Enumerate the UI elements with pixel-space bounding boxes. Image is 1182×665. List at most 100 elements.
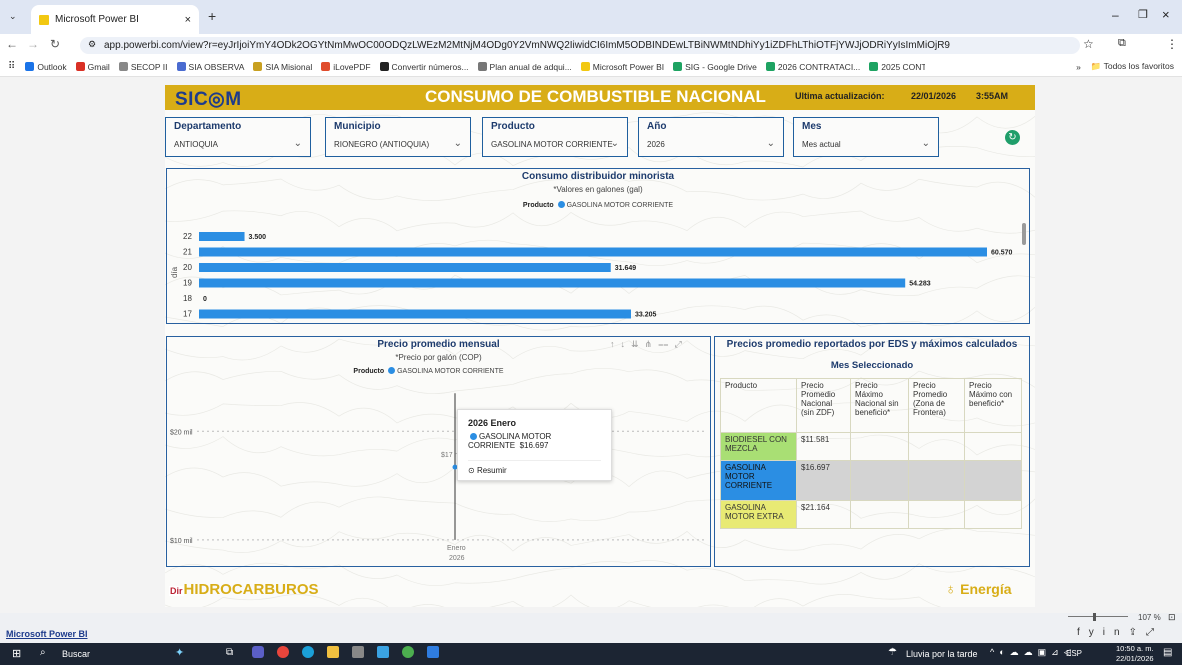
- notifications-icon[interactable]: ▤: [1163, 647, 1172, 658]
- tooltip-summarize[interactable]: ⊙ Resumir: [468, 460, 601, 475]
- chevron-down-icon[interactable]: ⌄: [767, 138, 775, 149]
- taskbar-search-label[interactable]: Buscar: [62, 649, 90, 659]
- expand-all-icon[interactable]: ⋔: [645, 339, 659, 349]
- bookmark-item[interactable]: SIA OBSERVA: [176, 62, 244, 72]
- forward-icon[interactable]: →: [27, 37, 39, 51]
- slicer-mes[interactable]: Mes Mes actual ⌄: [793, 117, 939, 157]
- bar[interactable]: [199, 232, 245, 241]
- bookmark-item[interactable]: Outlook: [25, 62, 67, 72]
- drill-up-icon[interactable]: ↑: [610, 339, 621, 349]
- calculator-icon[interactable]: [352, 646, 364, 658]
- fit-page-icon[interactable]: ⊡: [1168, 612, 1176, 623]
- teams-icon[interactable]: [252, 646, 264, 658]
- site-info-icon[interactable]: ⚙: [88, 39, 96, 50]
- chevron-down-icon[interactable]: ⌄: [294, 138, 302, 149]
- zoom-level[interactable]: 107 %: [1138, 613, 1161, 622]
- search-icon[interactable]: ⌕: [40, 647, 46, 658]
- bookmark-item[interactable]: 2026 CONTRATACI...: [765, 62, 860, 72]
- bar[interactable]: [199, 309, 631, 319]
- chart-scrollbar[interactable]: [1022, 223, 1026, 245]
- taskview-icon[interactable]: ⧉: [226, 647, 233, 658]
- chart-legend: Producto GASOLINA MOTOR CORRIENTE: [167, 201, 1029, 209]
- chevron-down-icon[interactable]: ⌄: [611, 138, 619, 149]
- weather-icon[interactable]: ☂: [888, 647, 897, 658]
- bookmark-item[interactable]: SIA Misional: [253, 62, 312, 72]
- bar[interactable]: [199, 278, 906, 288]
- filter-icon[interactable]: ⩵: [658, 339, 674, 349]
- bookmark-item[interactable]: Plan anual de adqui...: [477, 62, 572, 72]
- drill-down-icon[interactable]: ↓: [621, 339, 632, 349]
- zoom-slider-thumb[interactable]: [1093, 613, 1096, 621]
- menu-icon[interactable]: ⋮: [1166, 37, 1178, 51]
- table-row[interactable]: GASOLINA MOTOR CORRIENTE $16.697: [720, 460, 1022, 501]
- bookmark-item[interactable]: Gmail: [75, 62, 110, 72]
- table-row[interactable]: BIODIESEL CON MEZCLA $11.581: [720, 432, 1022, 461]
- fullscreen-icon[interactable]: ⤢: [1146, 627, 1163, 638]
- share-icon[interactable]: ⇪: [1129, 627, 1146, 638]
- url-text: app.powerbi.com/view?r=eyJrIjoiYmY4ODk2O…: [104, 40, 950, 51]
- slicer-anio[interactable]: Año 2026 ⌄: [638, 117, 784, 157]
- reset-filters-icon[interactable]: ↻: [1005, 130, 1020, 145]
- windows-start-icon[interactable]: ⊞: [12, 647, 21, 660]
- bookmark-item[interactable]: SIG - Google Drive: [673, 62, 757, 72]
- zoom-slider[interactable]: [1068, 616, 1128, 617]
- bookmark-item[interactable]: Microsoft Power BI: [580, 62, 664, 72]
- clock-date[interactable]: 22/01/2026: [1116, 654, 1154, 663]
- edge-icon[interactable]: [302, 646, 314, 658]
- chevron-down-icon[interactable]: ⌄: [454, 138, 462, 149]
- new-tab-icon[interactable]: +: [208, 8, 216, 24]
- chrome-icon[interactable]: [277, 646, 289, 658]
- table-header-cell[interactable]: Precio Promedio Nacional (sin ZDF): [796, 378, 851, 433]
- table-header-cell[interactable]: Producto: [720, 378, 797, 433]
- slicer-municipio[interactable]: Municipio RIONEGRO (ANTIOQUIA) ⌄: [325, 117, 471, 157]
- bookmark-item[interactable]: Convertir números...: [379, 62, 469, 72]
- tab-list-chevron-icon[interactable]: ⌄: [9, 11, 17, 22]
- focus-mode-icon[interactable]: ⤢: [674, 339, 687, 349]
- table-header-cell[interactable]: Precio Máximo Nacional sin beneficio*: [850, 378, 909, 433]
- app-name-link[interactable]: Microsoft Power BI: [6, 629, 88, 639]
- close-tab-icon[interactable]: ×: [185, 14, 191, 26]
- bookmark-icon: [580, 62, 590, 71]
- expand-level-icon[interactable]: ⇊: [631, 339, 645, 349]
- bookmark-star-icon[interactable]: ☆: [1083, 37, 1094, 51]
- store-icon[interactable]: [427, 646, 439, 658]
- table-row[interactable]: GASOLINA MOTOR EXTRA $21.164: [720, 500, 1022, 529]
- browser-tab[interactable]: Microsoft Power BI ×: [31, 5, 199, 34]
- bookmark-icon: [25, 62, 35, 71]
- tray-icons[interactable]: ^◐☁☁▣⊿◁: [990, 647, 1076, 658]
- all-bookmarks-folder[interactable]: 📁 Todos los favoritos: [1091, 61, 1174, 72]
- bookmark-item[interactable]: iLovePDF: [321, 62, 371, 72]
- close-window-icon[interactable]: ×: [1162, 7, 1170, 22]
- slicer-producto[interactable]: Producto GASOLINA MOTOR CORRIENTE ⌄: [482, 117, 628, 157]
- bookmarks-more-icon[interactable]: »: [1076, 62, 1081, 72]
- reload-icon[interactable]: ↻: [50, 37, 60, 51]
- address-bar[interactable]: ⚙ app.powerbi.com/view?r=eyJrIjoiYmY4ODk…: [80, 37, 1080, 54]
- bookmark-item[interactable]: SECOP II: [118, 62, 168, 72]
- twitter-icon[interactable]: y: [1089, 627, 1103, 638]
- bookmark-item[interactable]: 2025 CONTRATACI...: [869, 62, 925, 72]
- chart-legend: Producto GASOLINA MOTOR CORRIENTE: [165, 367, 710, 375]
- extensions-icon[interactable]: ⧉: [1118, 37, 1126, 50]
- photos-icon[interactable]: [377, 646, 389, 658]
- facebook-icon[interactable]: f: [1077, 627, 1089, 638]
- bar[interactable]: [199, 263, 611, 272]
- empty-cell: [850, 432, 909, 461]
- bar[interactable]: [199, 247, 987, 257]
- linkedin-icon[interactable]: in: [1103, 627, 1129, 638]
- weather-text[interactable]: Lluvia por la tarde: [906, 649, 978, 659]
- chevron-down-icon[interactable]: ⌄: [922, 138, 930, 149]
- explorer-icon[interactable]: [327, 646, 339, 658]
- back-icon[interactable]: ←: [6, 37, 18, 51]
- legend-dot: [557, 201, 565, 208]
- table-header-cell[interactable]: Precio Máximo con beneficio*: [964, 378, 1022, 433]
- bar-data-label: 54.283: [909, 281, 931, 288]
- clock-time[interactable]: 10:50 a. m.: [1116, 644, 1154, 653]
- chrome2-icon[interactable]: [402, 646, 414, 658]
- maximize-icon[interactable]: ❐: [1138, 8, 1148, 21]
- language-indicator[interactable]: ESP: [1066, 649, 1082, 658]
- slicer-departamento[interactable]: Departamento ANTIOQUIA ⌄: [165, 117, 311, 157]
- apps-icon[interactable]: ⠿: [8, 61, 15, 72]
- table-header-cell[interactable]: Precio Promedio (Zona de Frontera): [908, 378, 965, 433]
- copilot-icon[interactable]: ✦: [175, 646, 184, 659]
- minimize-icon[interactable]: –: [1112, 8, 1119, 22]
